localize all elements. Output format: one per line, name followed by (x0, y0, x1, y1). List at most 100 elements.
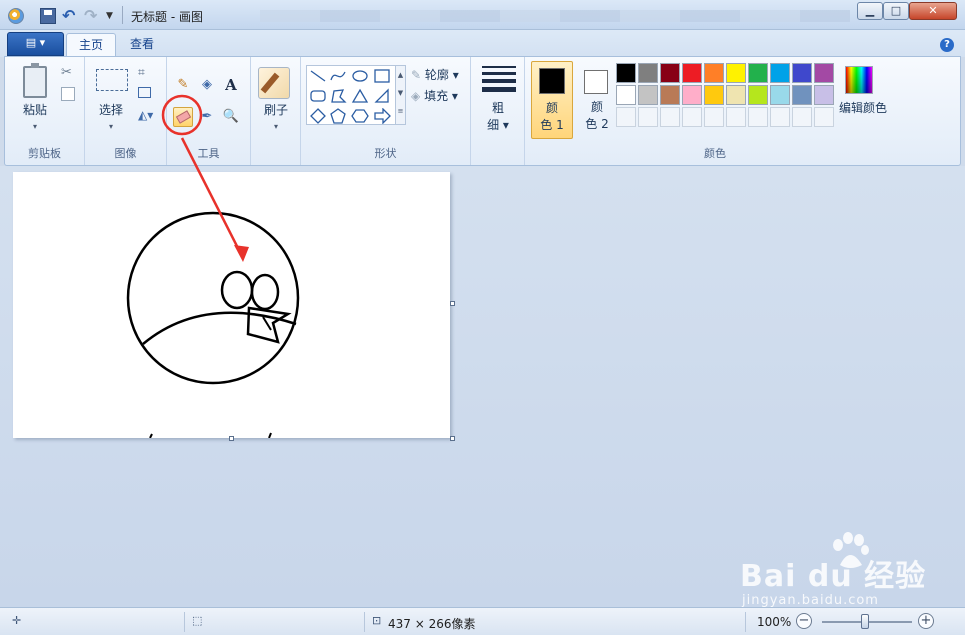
brushes-group: 刷子 ▾ (251, 57, 301, 165)
palette-swatch[interactable] (660, 63, 680, 83)
palette-swatch[interactable] (616, 63, 636, 83)
brushes-dropdown-icon[interactable]: ▾ (256, 119, 296, 135)
save-icon[interactable] (40, 8, 56, 24)
polygon-shape-icon[interactable] (329, 88, 347, 104)
palette-swatch[interactable] (704, 63, 724, 83)
line-width-icon[interactable] (482, 66, 516, 96)
palette-swatch[interactable] (814, 85, 834, 105)
text-tool-icon[interactable]: A (221, 75, 241, 95)
paste-button-label[interactable]: 粘贴 (15, 102, 55, 118)
color1-button[interactable]: 颜 色 1 (531, 61, 573, 139)
palette-swatch[interactable] (704, 107, 724, 127)
triangle-shape-icon[interactable] (351, 88, 369, 104)
palette-swatch[interactable] (770, 85, 790, 105)
size-label-1[interactable]: 粗 (478, 100, 518, 116)
copy-icon[interactable] (61, 87, 75, 101)
palette-swatch[interactable] (616, 85, 636, 105)
pentagon-shape-icon[interactable] (329, 108, 347, 124)
select-dropdown-icon[interactable]: ▾ (91, 119, 131, 135)
canvas-resize-handle-right[interactable] (450, 301, 455, 306)
shapes-gallery-scrollbar[interactable]: ▲ ▼ ≡ (396, 65, 406, 125)
rounded-rectangle-shape-icon[interactable] (309, 88, 327, 104)
paint-app-icon[interactable] (8, 8, 24, 24)
palette-swatch[interactable] (770, 107, 790, 127)
file-menu-button[interactable]: ▤ ▾ (7, 32, 64, 56)
canvas-resize-handle-bottom[interactable] (229, 436, 234, 441)
palette-swatch[interactable] (814, 63, 834, 83)
pencil-icon[interactable]: ✎ (173, 75, 193, 95)
palette-swatch[interactable] (638, 63, 658, 83)
color-picker-icon[interactable]: ✒ (197, 107, 217, 127)
palette-swatch[interactable] (638, 85, 658, 105)
magnifier-icon[interactable]: 🔍 (221, 107, 241, 127)
rectangle-shape-icon[interactable] (373, 68, 391, 84)
shapes-more-icon[interactable]: ≡ (396, 102, 405, 120)
canvas-resize-handle-corner[interactable] (450, 436, 455, 441)
size-label-2[interactable]: 细 ▾ (478, 117, 518, 133)
rotate-icon[interactable]: ◭▾ (138, 108, 153, 122)
color2-button[interactable]: 颜 色 2 (577, 61, 617, 139)
palette-swatch[interactable] (682, 85, 702, 105)
brushes-button-label[interactable]: 刷子 (256, 102, 296, 118)
crop-icon[interactable]: ⌗ (138, 65, 145, 80)
diamond-shape-icon[interactable] (309, 108, 327, 124)
eraser-icon[interactable] (173, 107, 193, 127)
undo-icon[interactable]: ↶ (62, 8, 78, 24)
palette-swatch[interactable] (748, 107, 768, 127)
palette-swatch[interactable] (660, 107, 680, 127)
zoom-in-button[interactable]: + (918, 613, 934, 629)
fill-dropdown[interactable]: ◈ 填充 ▾ (411, 87, 458, 104)
arrow-shape-icon[interactable] (373, 107, 391, 125)
palette-swatch[interactable] (726, 85, 746, 105)
shapes-scroll-up-icon[interactable]: ▲ (396, 66, 405, 84)
oval-shape-icon[interactable] (351, 68, 369, 84)
palette-swatch[interactable] (748, 85, 768, 105)
edit-colors-label[interactable]: 编辑颜色 (833, 100, 893, 116)
curve-shape-icon[interactable] (329, 68, 347, 84)
select-button-label[interactable]: 选择 (91, 102, 131, 118)
hexagon-shape-icon[interactable] (351, 108, 369, 124)
palette-swatch[interactable] (792, 107, 812, 127)
minimize-button[interactable]: ▁ (857, 2, 883, 20)
palette-swatch[interactable] (638, 107, 658, 127)
color2-label-2: 色 2 (585, 117, 609, 131)
customize-qat-dropdown-icon[interactable]: ▼ (106, 8, 122, 24)
palette-swatch[interactable] (682, 107, 702, 127)
tab-view[interactable]: 查看 (118, 33, 166, 57)
maximize-button[interactable]: □ (883, 2, 909, 20)
shapes-gallery (306, 65, 396, 125)
drawing-canvas[interactable] (13, 172, 450, 439)
cut-icon[interactable]: ✂ (61, 65, 77, 81)
palette-swatch[interactable] (616, 107, 636, 127)
palette-swatch[interactable] (704, 85, 724, 105)
fill-bucket-icon[interactable]: ◈ (197, 75, 217, 95)
select-icon[interactable] (96, 69, 128, 91)
tools-group-label: 工具 (197, 147, 220, 160)
line-shape-icon[interactable] (309, 68, 327, 84)
brush-icon[interactable] (258, 67, 290, 99)
palette-swatch[interactable] (682, 63, 702, 83)
paste-icon[interactable] (23, 63, 47, 98)
palette-swatch[interactable] (770, 63, 790, 83)
resize-icon[interactable] (138, 87, 151, 98)
help-icon[interactable]: ? (940, 38, 954, 52)
palette-swatch[interactable] (726, 107, 746, 127)
right-triangle-shape-icon[interactable] (373, 88, 391, 104)
fill-bucket-small-icon: ◈ (411, 89, 421, 103)
redo-icon[interactable]: ↷ (84, 8, 100, 24)
palette-swatch[interactable] (660, 85, 680, 105)
palette-swatch[interactable] (792, 63, 812, 83)
palette-swatch[interactable] (792, 85, 812, 105)
edit-colors-icon[interactable] (845, 66, 873, 94)
close-button[interactable]: ✕ (909, 2, 957, 20)
palette-swatch[interactable] (814, 107, 834, 127)
outline-dropdown[interactable]: ✎ 轮廓 ▾ (411, 66, 459, 83)
palette-swatch[interactable] (748, 63, 768, 83)
shapes-scroll-down-icon[interactable]: ▼ (396, 84, 405, 102)
status-bar: ✛ ⬚ ⊡ 437 × 266像素 100% − + (0, 607, 965, 635)
tab-home[interactable]: 主页 (66, 33, 117, 57)
paste-dropdown-icon[interactable]: ▾ (15, 119, 55, 135)
zoom-slider-thumb[interactable] (861, 614, 870, 629)
palette-swatch[interactable] (726, 63, 746, 83)
zoom-out-button[interactable]: − (796, 613, 812, 629)
